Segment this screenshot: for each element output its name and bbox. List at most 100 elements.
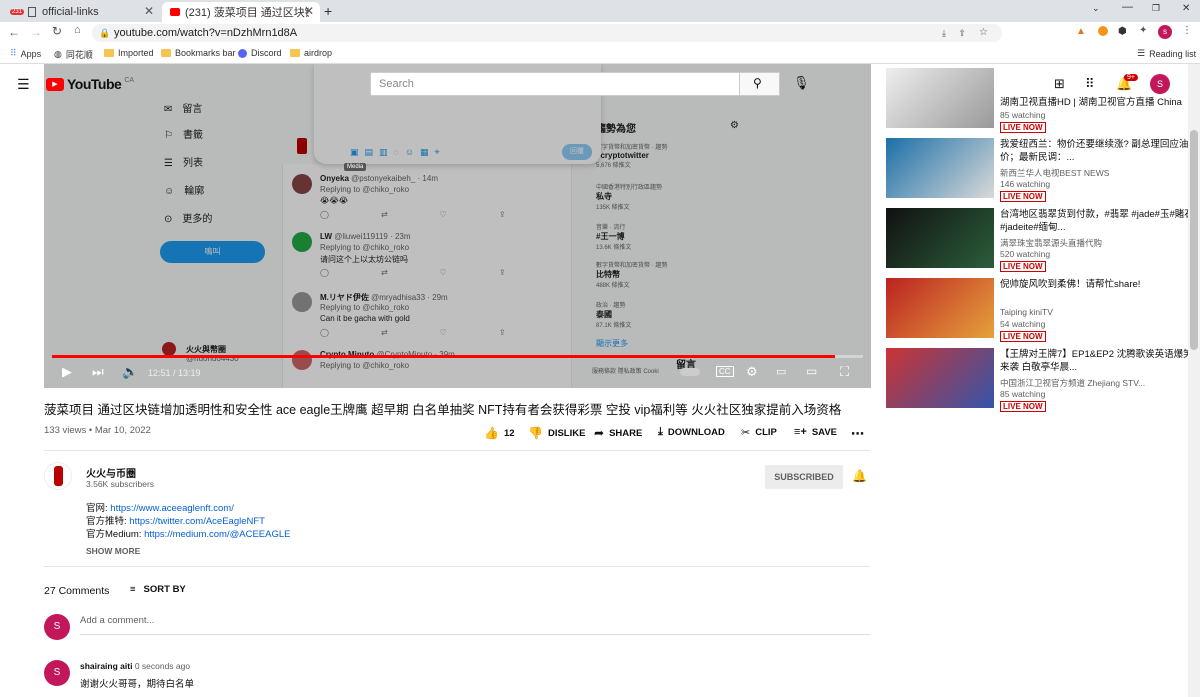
scrollbar-thumb[interactable] <box>1190 130 1198 350</box>
tab-label: (231) 菠菜项目 通过区块链增加透明 <box>185 7 309 19</box>
address-bar[interactable]: 🔒 youtube.com/watch?v=nDzhMrn1d8A ⤓ ⇪ ☆ <box>92 24 1002 42</box>
bookmark-star-icon[interactable]: ☆ <box>979 24 988 42</box>
channel-name[interactable]: 火火与币圈 <box>86 465 136 480</box>
rec-title: 我爱纽西兰：物价还要继续涨? 副总理回应油价；最新民调：... <box>1000 139 1189 163</box>
bookmark-airdrop[interactable]: airdrop <box>290 48 332 58</box>
volume-icon[interactable]: 🔊 <box>122 364 138 380</box>
bookmark-imported[interactable]: Imported <box>104 48 154 58</box>
comment-avatar[interactable]: S <box>44 660 70 686</box>
share-button[interactable]: ➦ SHARE <box>594 426 642 440</box>
dislike-button[interactable]: 👎 DISLIKE <box>528 426 585 440</box>
tab-close-icon[interactable]: ✕ <box>304 4 314 18</box>
rec-thumbnail <box>886 278 994 338</box>
extensions-puzzle-icon[interactable]: ✦ <box>1139 25 1147 36</box>
video-player[interactable]: ✉ 留言 ⚐ 書籤 ☰ 列表 ☺ 輪廓 ⊙ 更多的 鳴叫 火火與幣圈 @huohuo443… <box>44 64 871 388</box>
autoplay-toggle[interactable] <box>680 368 700 376</box>
more-actions-icon[interactable]: ⋯ <box>851 426 864 442</box>
show-more-button[interactable]: SHOW MORE <box>86 546 140 556</box>
share-icon[interactable]: ⇪ <box>958 24 966 42</box>
globe-icon: ◍ <box>54 49 62 59</box>
clip-button[interactable]: ✂ CLIP <box>741 426 777 439</box>
sort-icon: ≡ <box>130 584 136 595</box>
bell-icon[interactable]: 🔔 <box>852 469 867 483</box>
sort-by-button[interactable]: ≡ SORT BY <box>130 584 186 595</box>
bookmark-discord[interactable]: Discord <box>238 48 282 58</box>
extension-orange-icon[interactable] <box>1098 26 1108 36</box>
tab-close-icon[interactable]: ✕ <box>144 4 154 18</box>
scissors-icon: ✂ <box>741 427 751 439</box>
rec-channel: 中国浙江卫视官方频道 Zhejiang STV... <box>1000 378 1146 388</box>
play-icon[interactable]: ▶ <box>62 364 72 380</box>
rec-video-1[interactable]: 湖南卫视直播HD | 湖南卫视官方直播 China Hun... 85 watc… <box>886 68 1196 133</box>
rec-watching: 85 watching <box>1000 110 1046 120</box>
rec-watching: 146 watching <box>1000 179 1051 189</box>
channel-logo-icon <box>54 466 63 486</box>
rec-watching: 54 watching <box>1000 319 1046 329</box>
tab-youtube-video[interactable]: (231) 菠菜项目 通过区块链增加透明 ✕ <box>162 2 320 22</box>
bookmark-bookmarks-bar[interactable]: Bookmarks bar <box>161 48 236 58</box>
tab-official-links[interactable]: 231 official-links ✕ <box>2 2 160 22</box>
comment-author[interactable]: shairaing aiti <box>80 661 132 671</box>
search-input[interactable]: Search <box>370 72 740 96</box>
profile-avatar[interactable]: s <box>1158 25 1172 39</box>
comment-user-avatar: S <box>44 614 70 640</box>
rec-channel: 新西兰华人电视BEST NEWS <box>1000 168 1110 178</box>
next-icon[interactable]: ⏭ <box>92 364 104 380</box>
rec-video-3[interactable]: 台湾地区翡翠货到付款，#翡翠 #jade#玉#賭石#jadeite#缅甸... … <box>886 208 1196 272</box>
tab-search-icon[interactable]: ⌄ <box>1092 3 1100 14</box>
new-tab-button[interactable]: + <box>324 3 332 19</box>
rec-video-5[interactable]: 【王牌对王牌7】EP1&EP2 沈腾歌诶英语爆笑来袭 白敬亭华晨... 中国浙江… <box>886 348 1196 412</box>
minimize-button[interactable]: — <box>1122 1 1133 13</box>
rec-channel: Taiping kiniTV <box>1000 307 1053 317</box>
metamask-icon[interactable]: ▲ <box>1076 26 1086 37</box>
rec-channel: 满翠珠宝翡翠源头直播代购 <box>1000 238 1103 248</box>
captions-icon[interactable]: CC <box>716 366 734 377</box>
reading-list-icon: ☰ <box>1137 48 1146 58</box>
rec-video-4[interactable]: 倪帅旋风吹到柔佛！请帮忙share! Taiping kiniTV 54 wat… <box>886 278 1196 342</box>
fullscreen-icon[interactable]: ⛶ <box>840 364 849 380</box>
search-button[interactable]: ⚲ <box>740 72 780 96</box>
divider <box>44 566 870 567</box>
like-button[interactable]: 👍 12 <box>484 426 515 440</box>
reload-icon[interactable]: ↻ <box>52 24 62 38</box>
yt-logo-icon: ▶ <box>46 77 64 91</box>
bookmark-apps[interactable]: ⠿ Apps <box>10 48 41 59</box>
save-button[interactable]: ≡+ SAVE <box>794 426 837 438</box>
yt-logo[interactable]: ▶ YouTube CA <box>46 76 134 92</box>
desc-link[interactable]: https://medium.com/@ACEEAGLE <box>144 529 290 540</box>
rec-live-badge: LIVE NOW <box>1000 191 1046 202</box>
rec-live-badge: LIVE NOW <box>1000 122 1046 133</box>
reading-list[interactable]: ☰ Reading list <box>1137 48 1196 59</box>
restore-button[interactable]: ❐ <box>1152 3 1160 14</box>
desc-link[interactable]: https://twitter.com/AceEagleNFT <box>129 516 265 527</box>
rec-video-2[interactable]: 我爱纽西兰：物价还要继续涨? 副总理回应油价；最新民调：... 新西兰华人电视B… <box>886 138 1196 202</box>
subscribed-button[interactable]: SUBSCRIBED <box>765 465 843 489</box>
playlist-add-icon: ≡+ <box>794 426 807 438</box>
bookmark-tonghuashun[interactable]: ◍ 同花顺 <box>54 48 93 61</box>
thumbs-down-icon: 👎 <box>528 426 543 440</box>
chrome-menu-icon[interactable]: ⋮ <box>1182 25 1192 36</box>
extension-dark-icon[interactable]: ⬢ <box>1118 26 1127 37</box>
miniplayer-icon[interactable]: ▭ <box>776 365 786 378</box>
comment-header: shairaing aiti 0 seconds ago <box>80 661 190 671</box>
forward-icon[interactable]: → <box>30 25 42 39</box>
yt-menu-icon[interactable]: ☰ <box>17 76 30 93</box>
settings-gear-icon[interactable]: ⚙ <box>746 364 758 380</box>
progress-bar[interactable] <box>52 355 863 358</box>
download-icon: ⤓ <box>658 426 663 438</box>
rec-thumbnail <box>886 208 994 268</box>
desc-link[interactable]: https://www.aceeaglenft.com/ <box>110 503 234 514</box>
description: 官网: https://www.aceeaglenft.com/ 官方推特: h… <box>86 502 290 541</box>
add-comment-input[interactable]: Add a comment... <box>80 615 870 635</box>
download-button[interactable]: ⤓ DOWNLOAD <box>658 426 725 439</box>
comment-time: 0 seconds ago <box>134 661 191 671</box>
install-icon[interactable]: ⤓ <box>942 24 946 42</box>
close-window-button[interactable]: ✕ <box>1182 3 1190 14</box>
back-icon[interactable]: ← <box>8 25 20 39</box>
theater-icon[interactable]: ▭ <box>806 364 817 378</box>
browser-tab-strip: 231 official-links ✕ (231) 菠菜项目 通过区块链增加透… <box>0 0 1200 22</box>
thumbs-up-icon: 👍 <box>484 426 499 440</box>
home-icon[interactable]: ⌂ <box>74 24 81 36</box>
mic-icon[interactable]: 🎙 <box>793 75 810 91</box>
channel-avatar[interactable] <box>44 462 72 490</box>
